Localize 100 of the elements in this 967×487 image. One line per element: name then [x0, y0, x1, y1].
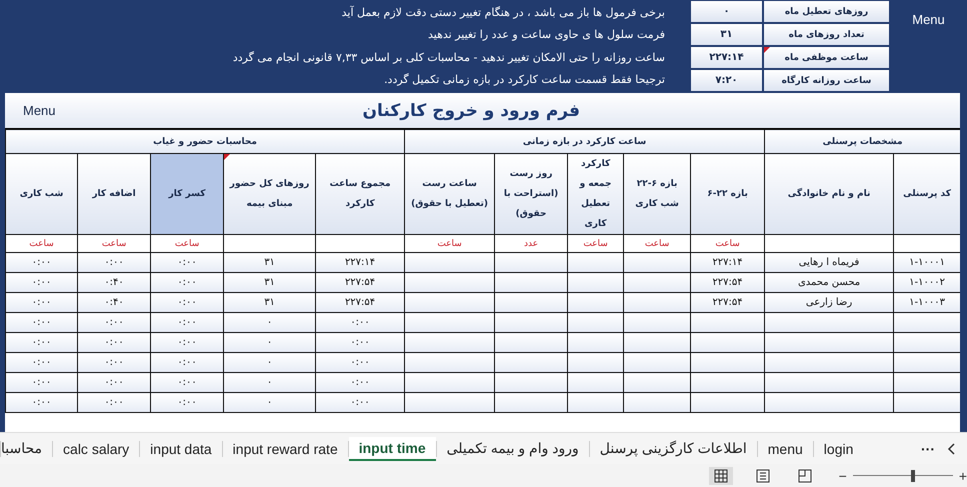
unit-label: عدد: [524, 238, 538, 248]
unit-label: ساعت: [583, 238, 608, 248]
table-cell: ۳۱: [264, 297, 275, 308]
normal-view-button[interactable]: [708, 467, 733, 485]
unit-label: ساعت: [437, 238, 462, 248]
table-cell: ۰:۰۰: [104, 317, 124, 328]
chevron-left-icon[interactable]: [947, 442, 957, 456]
sheet-tab[interactable]: input data: [140, 438, 222, 460]
table-cell: ۰:۰۰: [32, 257, 52, 268]
sheet-tab[interactable]: ورود وام و بیمه تکمیلی: [436, 437, 589, 460]
unit-label: ساعت: [102, 238, 126, 248]
unit-label: ساعت: [644, 238, 670, 248]
table-cell: ۰: [266, 357, 272, 368]
sheet-tab[interactable]: calc salary: [53, 438, 140, 460]
table-cell: ۰:۴۰: [104, 297, 124, 308]
table-cell: ۰:۰۰: [32, 277, 52, 288]
info-value: ۲۲۷:۱۴: [690, 46, 763, 69]
column-header[interactable]: روزهای کل حضور مبنای بیمه: [224, 154, 316, 234]
table-cell: ۰:۰۰: [104, 377, 124, 388]
table-cell: ۰:۰۰: [177, 277, 197, 288]
table-cell: ۰:۰۰: [104, 397, 124, 408]
info-value: ۷:۲۰: [690, 69, 763, 92]
note-text: ساعت روزانه را حتی الامکان تغییر ندهید - محاسبات کلی بر اساس ۷,۳۳ قانونی انجام می گردد: [232, 50, 665, 64]
column-header[interactable]: کارکرد جمعه و تعطیل کاری: [568, 154, 624, 234]
note-text: ترجیحا فقط قسمت ساعت کارکرد در بازه زمانی تکمیل گردد.: [383, 73, 665, 86]
table-cell: فریماه ا رهایی: [798, 257, 860, 268]
table-cell: ۰:۰۰: [350, 377, 370, 388]
table-cell: ۰:۰۰: [32, 317, 52, 328]
sheet-tab[interactable]: input reward rate: [222, 438, 348, 460]
group-header: محاسبات حضور و غیاب: [6, 130, 405, 154]
column-header[interactable]: کسر کار: [150, 154, 224, 234]
table-cell: ۰:۰۰: [177, 297, 197, 308]
table-cell: ۰:۰۰: [350, 357, 370, 368]
table-cell: ۰:۰۰: [350, 397, 370, 408]
table-cell: ۰:۰۰: [177, 357, 197, 368]
table-cell: ۱-۱۰۰۰۲: [909, 277, 945, 288]
table-cell: ۰:۰۰: [32, 377, 52, 388]
column-header[interactable]: روز رست (استراحت با حقوق): [494, 154, 568, 234]
table-cell: رضا زارعی: [806, 297, 852, 308]
sheet-tab[interactable]: محاسبا: [1, 437, 52, 460]
table-cell: ۲۲۷:۱۴: [344, 257, 376, 268]
table-cell: ۰:۰۰: [32, 357, 52, 368]
table-cell: ۰:۰۰: [350, 337, 370, 348]
form-title: فرم ورود و خروج کارکنان: [362, 100, 580, 120]
table-cell: ۰:۰۰: [177, 377, 197, 388]
column-header[interactable]: اضافه کار: [78, 154, 151, 234]
table-cell: ۲۲۷:۵۴: [712, 297, 743, 308]
table-cell: ۲۲۷:۵۴: [712, 277, 743, 288]
zoom-out-button[interactable]: −: [838, 468, 847, 484]
menu-link[interactable]: Menu: [890, 0, 967, 93]
info-label: ساعت موظفی ماه: [763, 46, 890, 69]
table-cell: ۰:۰۰: [350, 317, 370, 328]
table-cell: ۰:۰۰: [104, 337, 124, 348]
column-header[interactable]: بازه ۲۲-۶: [690, 154, 765, 234]
info-value: ۳۱: [690, 23, 763, 46]
table-cell: ۰:۰۰: [177, 337, 197, 348]
info-label: تعداد روزهای ماه: [763, 23, 890, 46]
info-label: ساعت روزانه کارگاه: [763, 69, 890, 92]
table-cell: ۱-۱۰۰۰۳: [909, 297, 945, 308]
table-cell: ۰:۰۰: [32, 337, 52, 348]
table-cell: ۰:۰۰: [104, 257, 124, 268]
table-cell: ۳۱: [264, 277, 275, 288]
slider-thumb[interactable]: [910, 470, 915, 482]
column-header[interactable]: مجموع ساعت کارکرد: [316, 154, 405, 234]
zoom-in-button[interactable]: +: [958, 468, 967, 484]
table-cell: ۳۱: [264, 257, 275, 268]
info-value: ۰: [690, 0, 763, 23]
column-header[interactable]: شب کاری: [6, 154, 78, 234]
menu-link[interactable]: Menu: [23, 103, 56, 118]
unit-label: ساعت: [29, 238, 54, 248]
table-cell: ۰: [266, 377, 272, 388]
table-cell: ۲۲۷:۱۴: [712, 257, 743, 268]
group-header: مشخصات پرسنلی: [764, 130, 960, 154]
table-cell: ۰: [266, 317, 272, 328]
table-cell: ۰:۰۰: [177, 317, 197, 328]
group-header: ساعت کارکرد در بازه زمانی: [404, 130, 765, 154]
table-cell: ۰:۴۰: [104, 277, 124, 288]
table-cell: ۰:۰۰: [32, 297, 52, 308]
unit-label: ساعت: [174, 238, 200, 248]
note-text: برخی فرمول ها باز می باشد ، در هنگام تغییر دستی دقت لازم بعمل آید: [340, 6, 665, 19]
sheet-tab[interactable]: menu: [758, 438, 813, 460]
sheet-tab[interactable]: login: [814, 438, 864, 460]
table-cell: ۲۲۷:۵۴: [344, 277, 376, 288]
info-label: روزهای تعطیل ماه: [763, 0, 890, 23]
note-text: فرمت سلول ها ی حاوی ساعت و عدد را تغییر ندهید: [426, 28, 665, 42]
more-tabs-button[interactable]: ···: [913, 438, 943, 460]
table-cell: ۰:۰۰: [104, 357, 124, 368]
table-cell: ۱-۱۰۰۰۱: [909, 257, 945, 268]
sheet-tab[interactable]: اطلاعات کارگزینی پرسنل: [590, 437, 757, 460]
unit-label: ساعت: [715, 238, 740, 248]
column-header[interactable]: بازه ۶-۲۲ شب کاری: [624, 154, 691, 234]
table-cell: ۰:۰۰: [32, 397, 52, 408]
column-header[interactable]: ساعت رست (تعطیل با حقوق): [404, 154, 495, 234]
column-header[interactable]: کد پرسنلی: [894, 154, 960, 234]
sheet-tab[interactable]: input time: [348, 436, 436, 460]
table-cell: ۰: [266, 397, 272, 408]
table-cell: ۲۲۷:۵۴: [344, 297, 376, 308]
column-header[interactable]: نام و نام خانوادگی: [764, 154, 894, 234]
table-cell: محسن محمدی: [798, 277, 860, 288]
table-cell: ۰: [266, 337, 272, 348]
